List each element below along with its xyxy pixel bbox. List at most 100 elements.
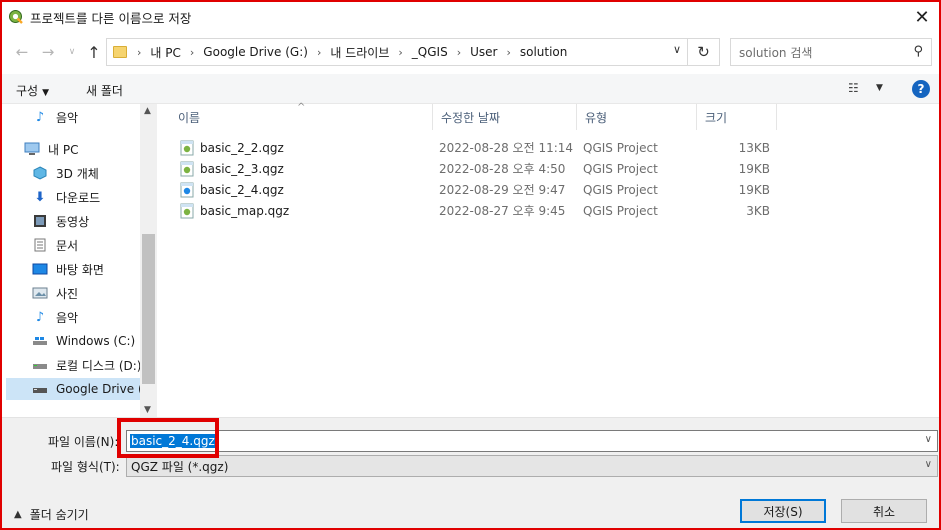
back-button[interactable]: ←	[12, 42, 32, 62]
download-icon: ⬇	[34, 189, 46, 205]
recent-locations-button[interactable]: ∨	[62, 42, 82, 62]
sidebar-item-videos[interactable]: 동영상	[32, 210, 89, 232]
file-size: 19KB	[738, 161, 770, 176]
column-header-size[interactable]: 크기	[697, 104, 777, 130]
qgis-file-icon	[180, 182, 194, 197]
window-title: 프로젝트를 다른 이름으로 저장	[30, 10, 192, 26]
sidebar-item-label: 음악	[56, 310, 79, 325]
hide-folders-label: 폴더 숨기기	[29, 508, 89, 522]
column-header-modified[interactable]: 수정한 날짜	[433, 104, 577, 130]
help-icon[interactable]: ?	[912, 80, 930, 98]
sidebar-item-drive-d[interactable]: 로컬 디스크 (D:)	[32, 354, 141, 376]
sidebar-item-downloads[interactable]: ⬇ 다운로드	[32, 186, 101, 208]
drive-icon	[32, 357, 48, 373]
file-row[interactable]: basic_2_2.qgz 2022-08-28 오전 11:14 QGIS P…	[170, 137, 770, 158]
sidebar-item-label: 동영상	[56, 214, 90, 229]
file-type: QGIS Project	[583, 140, 658, 155]
title-bar: 프로젝트를 다른 이름으로 저장 ✕	[2, 2, 939, 32]
search-input[interactable]: solution 검색 ⚲	[730, 38, 932, 66]
address-bar[interactable]: › 내 PC › Google Drive (G:) › 내 드라이브 › _Q…	[106, 38, 688, 66]
file-modified: 2022-08-29 오전 9:47	[439, 183, 566, 197]
sidebar-item-label: 로컬 디스크 (D:)	[56, 358, 142, 373]
sidebar-item-documents[interactable]: 문서	[32, 234, 78, 256]
new-folder-button[interactable]: 새 폴더	[86, 82, 123, 99]
up-button[interactable]: ↑	[84, 42, 104, 62]
file-row[interactable]: basic_2_3.qgz 2022-08-28 오후 4:50 QGIS Pr…	[170, 158, 770, 179]
hide-folders-toggle[interactable]: ▲ 폴더 숨기기	[14, 506, 89, 523]
refresh-button[interactable]: ↻	[688, 38, 720, 66]
scroll-down-icon[interactable]: ▼	[144, 405, 151, 415]
drive-icon	[32, 381, 48, 397]
file-modified: 2022-08-28 오후 4:50	[439, 162, 566, 176]
breadcrumb-separator-icon: ›	[189, 45, 195, 59]
breadcrumb-item[interactable]: 내 PC	[150, 44, 180, 61]
file-name: basic_2_4.qgz	[200, 182, 284, 197]
drive-icon	[32, 333, 48, 349]
scroll-up-icon[interactable]: ▲	[144, 106, 151, 116]
sidebar-item-3d-objects[interactable]: 3D 개체	[32, 162, 99, 184]
file-row[interactable]: basic_map.qgz 2022-08-27 오후 9:45 QGIS Pr…	[170, 200, 770, 221]
sidebar-item-google-drive[interactable]: Google Drive (G:)	[6, 378, 157, 400]
sidebar-item-music-top[interactable]: ♪ 음악	[32, 106, 78, 128]
pc-icon	[24, 141, 40, 157]
close-icon: ✕	[914, 6, 930, 28]
folder-icon	[113, 46, 127, 58]
save-dialog: 프로젝트를 다른 이름으로 저장 ✕ ← → ∨ ↑ › 내 PC › Goog…	[0, 0, 941, 530]
video-icon	[32, 213, 48, 229]
breadcrumb-separator-icon: ›	[506, 45, 511, 59]
sidebar-item-pictures[interactable]: 사진	[32, 282, 78, 304]
breadcrumb-separator-icon: ›	[398, 45, 403, 59]
chevron-down-icon[interactable]: ∨	[925, 459, 932, 470]
file-name: basic_2_2.qgz	[200, 140, 284, 155]
sidebar-item-drive-c[interactable]: Windows (C:)	[32, 330, 135, 352]
file-size: 19KB	[738, 182, 770, 197]
file-size: 3KB	[746, 203, 770, 218]
breadcrumb-item[interactable]: _QGIS	[412, 45, 448, 59]
sidebar-item-music[interactable]: ♪ 음악	[32, 306, 78, 328]
file-modified: 2022-08-28 오전 11:14	[439, 141, 574, 155]
sidebar-item-label: 사진	[56, 286, 79, 301]
scrollbar-thumb[interactable]	[142, 234, 155, 384]
sidebar-item-this-pc[interactable]: 내 PC	[24, 138, 78, 160]
sidebar-item-label: 음악	[56, 110, 79, 125]
address-dropdown-icon[interactable]: ∨	[673, 43, 681, 56]
file-name: basic_map.qgz	[200, 203, 290, 218]
file-type: QGIS Project	[583, 182, 658, 197]
filetype-label: 파일 형식(T):	[51, 460, 120, 474]
view-options-icon[interactable]: ☷	[848, 81, 859, 95]
breadcrumb-item[interactable]: User	[470, 45, 497, 59]
filename-label: 파일 이름(N):	[48, 435, 119, 449]
forward-button[interactable]: →	[38, 42, 58, 62]
sidebar-item-desktop[interactable]: 바탕 화면	[32, 258, 104, 280]
breadcrumb-item[interactable]: solution	[520, 45, 568, 59]
document-icon	[32, 237, 48, 253]
sidebar-item-label: 내 PC	[48, 142, 79, 157]
qgis-file-icon	[180, 161, 194, 176]
close-button[interactable]: ✕	[907, 2, 937, 32]
search-icon: ⚲	[913, 44, 923, 59]
organize-label: 구성	[16, 84, 39, 98]
cancel-button[interactable]: 취소	[841, 499, 927, 523]
filename-value: basic_2_4.qgz	[130, 434, 216, 448]
filename-input[interactable]: basic_2_4.qgz ∨	[126, 430, 938, 452]
save-button[interactable]: 저장(S)	[740, 499, 826, 523]
breadcrumb-separator-icon: ›	[316, 45, 322, 59]
chevron-down-icon[interactable]: ∨	[925, 434, 932, 445]
breadcrumb: › 내 PC › Google Drive (G:) › 내 드라이브 › _Q…	[137, 44, 567, 61]
organize-button[interactable]: 구성 ▼	[16, 82, 49, 99]
column-header-type[interactable]: 유형	[577, 104, 697, 130]
navigation-pane: ♪ 음악 내 PC 3D 개체 ⬇ 다운로드 동영상 문서 바탕 화면 사진 ♪…	[2, 104, 157, 417]
caret-down-icon[interactable]: ▼	[876, 83, 883, 93]
filetype-select[interactable]: QGZ 파일 (*.qgz) ∨	[126, 455, 938, 477]
chevron-down-icon: ∨	[68, 47, 76, 57]
save-form: 파일 이름(N): basic_2_4.qgz ∨ 파일 형식(T): QGZ …	[2, 417, 939, 528]
picture-icon	[32, 285, 48, 301]
file-type: QGIS Project	[583, 161, 658, 176]
file-row[interactable]: basic_2_4.qgz 2022-08-29 오전 9:47 QGIS Pr…	[170, 179, 770, 200]
arrow-up-icon: ↑	[87, 42, 101, 62]
desktop-icon	[32, 261, 48, 277]
sidebar-item-label: Windows (C:)	[56, 334, 136, 348]
breadcrumb-item[interactable]: 내 드라이브	[330, 44, 389, 61]
breadcrumb-item[interactable]: Google Drive (G:)	[203, 45, 308, 59]
navigation-scrollbar[interactable]: ▲ ▼	[140, 104, 157, 417]
